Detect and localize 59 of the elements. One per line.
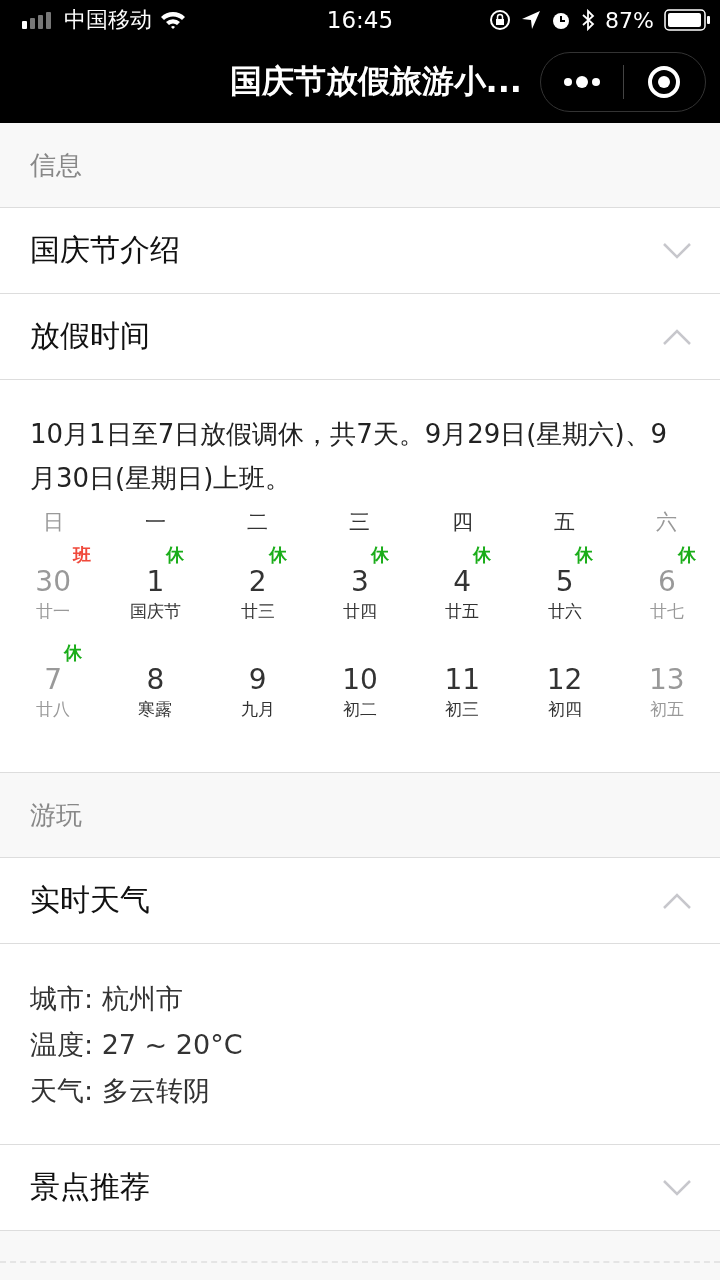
day-tag: 休 xyxy=(268,546,287,564)
panel-header[interactable]: 国庆节介绍 xyxy=(0,208,720,294)
lunar-date: 初三 xyxy=(445,698,480,721)
weekday-label: 五 xyxy=(553,509,577,536)
carrier: 中国移动 xyxy=(64,6,152,34)
target-icon xyxy=(647,64,682,99)
page-title: 国庆节放假旅游小... xyxy=(229,60,522,102)
day-tag: 休 xyxy=(370,546,389,564)
more-icon xyxy=(562,74,601,89)
day-tag: 休 xyxy=(64,644,83,662)
lunar-date: 初二 xyxy=(343,698,377,721)
weekday-label: 一 xyxy=(143,509,167,536)
lunar-date: 九月 xyxy=(240,698,275,721)
rotation-lock-icon xyxy=(489,9,512,31)
day-number: 10 xyxy=(342,662,378,698)
weekday-label: 六 xyxy=(655,509,679,536)
bluetooth-icon xyxy=(581,9,596,31)
holiday-description: 10月1日至7日放假调休，共7天。9月29日(星期六)、9月30日(星期日)上班。 xyxy=(30,418,669,495)
weekday-label: 二 xyxy=(246,509,270,536)
weather-info: 城市: 杭州市 xyxy=(30,982,184,1016)
chevron-down-icon xyxy=(662,241,692,260)
lunar-date: 廿八 xyxy=(36,698,71,721)
chevron-up-icon xyxy=(662,327,692,346)
lunar-date: 寒露 xyxy=(138,698,173,721)
day-tag: 休 xyxy=(473,546,492,564)
lunar-date: 初四 xyxy=(547,698,582,721)
panel-header[interactable]: 实时天气 xyxy=(0,858,720,944)
day-number: 13 xyxy=(649,662,685,698)
weekday-label: 四 xyxy=(450,509,474,536)
battery-icon xyxy=(664,9,710,31)
weather-info: 天气: 多云转阴 xyxy=(30,1074,211,1108)
day-number: 8 xyxy=(146,662,165,698)
weekday-label: 日 xyxy=(41,509,65,536)
battery-percent: 87% xyxy=(605,7,654,33)
lunar-date: 初五 xyxy=(649,698,684,721)
lunar-date: 廿六 xyxy=(547,600,582,623)
alarm-icon xyxy=(551,10,572,30)
day-tag: 休 xyxy=(166,546,185,564)
day-tag: 休 xyxy=(575,546,594,564)
day-number: 12 xyxy=(546,662,583,698)
weekday-label: 三 xyxy=(348,509,372,536)
weather-info: 温度: 27 ~ 20°C xyxy=(30,1028,244,1062)
lunar-date: 国庆节 xyxy=(129,600,181,623)
lunar-date: 廿四 xyxy=(343,600,377,623)
panel-header[interactable]: 景点推荐 xyxy=(0,1145,720,1231)
clock: 16:45 xyxy=(326,7,394,33)
day-number: 11 xyxy=(444,662,481,698)
location-icon xyxy=(521,10,542,30)
wifi-icon xyxy=(160,10,186,30)
lunar-date: 廿五 xyxy=(445,600,480,623)
panel-header[interactable]: 放假时间 xyxy=(0,294,720,380)
chevron-down-icon xyxy=(662,1178,692,1197)
chevron-up-icon xyxy=(662,891,692,910)
lunar-date: 廿一 xyxy=(36,600,71,623)
day-tag: 班 xyxy=(72,546,91,564)
day-number: 9 xyxy=(248,662,267,698)
day-tag: 休 xyxy=(677,546,696,564)
lunar-date: 廿七 xyxy=(649,600,684,623)
lunar-date: 廿三 xyxy=(240,600,275,623)
